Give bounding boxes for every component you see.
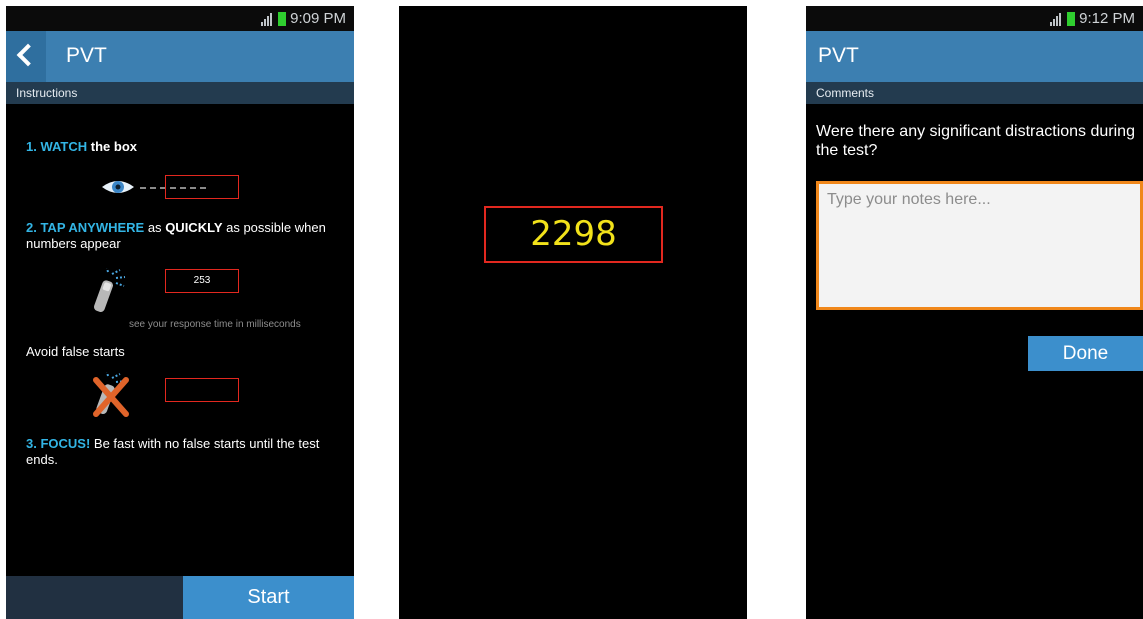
- section-header-label: Instructions: [16, 86, 78, 100]
- response-time-caption: see your response time in milliseconds: [129, 319, 301, 330]
- done-button[interactable]: Done: [1028, 336, 1143, 371]
- app-bar: PVT: [6, 31, 354, 82]
- step-watch-keyword: 1. WATCH: [26, 139, 88, 154]
- step-tap-connector: as: [144, 220, 166, 235]
- section-header: Instructions: [6, 82, 354, 104]
- comments-screen: 9:12 PM PVT Comments Were there any sign…: [806, 6, 1143, 619]
- status-bar: 9:12 PM: [806, 6, 1143, 31]
- eye-icon: [102, 181, 134, 193]
- tap-hand-icon: [93, 268, 126, 312]
- step-tap-emphasis: QUICKLY: [165, 220, 223, 235]
- section-header-label: Comments: [816, 86, 875, 100]
- step-tap: 2. TAP ANYWHERE as QUICKLY as possible w…: [26, 220, 344, 252]
- status-time: 9:12 PM: [1079, 10, 1135, 27]
- sample-box-empty: [165, 175, 239, 199]
- back-button[interactable]: [6, 31, 46, 82]
- app-title: PVT: [66, 44, 107, 67]
- battery-icon: [278, 11, 287, 26]
- step-watch-text: the box: [87, 139, 137, 154]
- bottom-bar: Start: [6, 576, 354, 619]
- false-starts-label: Avoid false starts: [26, 344, 125, 359]
- no-tap-icon: [93, 372, 129, 417]
- step-tap-keyword: 2. TAP ANYWHERE: [26, 220, 145, 235]
- step-focus: 3. FOCUS! Be fast with no false starts u…: [26, 436, 344, 468]
- notes-input[interactable]: [816, 181, 1143, 310]
- sample-box-time: 253: [165, 269, 239, 293]
- step-focus-keyword: 3. FOCUS!: [26, 436, 91, 451]
- section-header: Comments: [806, 82, 1143, 104]
- app-title: PVT: [818, 44, 859, 67]
- distraction-question: Were there any significant distractions …: [816, 123, 1135, 159]
- start-button[interactable]: Start: [183, 576, 354, 619]
- battery-icon: [1067, 11, 1076, 26]
- status-bar: 9:09 PM: [6, 6, 354, 31]
- sample-box-false-start: [165, 378, 239, 402]
- step-watch: 1. WATCH the box: [26, 139, 137, 155]
- signal-icon: [261, 12, 273, 26]
- reaction-counter: 2298: [530, 214, 617, 254]
- reaction-counter-box: 2298: [484, 206, 663, 263]
- sample-response-time: 253: [193, 275, 211, 286]
- status-time: 9:09 PM: [290, 10, 346, 27]
- instructions-screen: 9:09 PM PVT Instructions 1. WATCH the bo…: [6, 6, 354, 619]
- app-bar: PVT: [806, 31, 1143, 82]
- test-screen[interactable]: 2298: [399, 6, 747, 619]
- signal-icon: [1050, 12, 1062, 26]
- back-arrow-icon: [16, 43, 40, 67]
